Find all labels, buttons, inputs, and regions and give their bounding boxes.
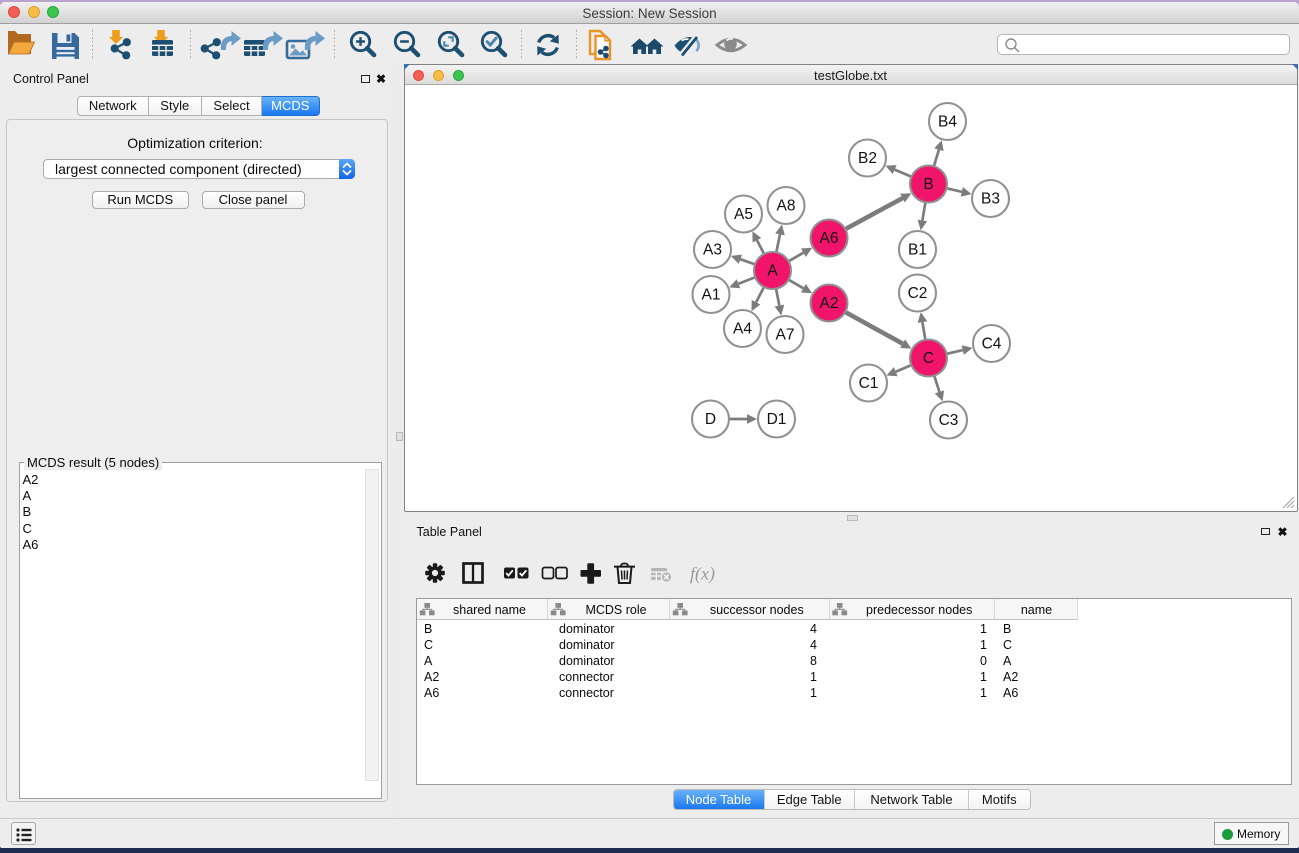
svg-text:B1: B1 [908,241,927,258]
svg-text:A6: A6 [819,230,838,247]
svg-text:predecessor nodes: predecessor nodes [866,603,972,617]
svg-text:successor nodes: successor nodes [710,603,804,617]
svg-text:A7: A7 [775,326,794,343]
svg-text:B: B [923,176,933,193]
svg-text:A2: A2 [819,295,838,312]
svg-text:A4: A4 [733,320,752,337]
svg-text:A: A [767,262,778,279]
svg-text:A3: A3 [703,241,722,258]
svg-text:C3: C3 [938,412,958,429]
svg-text:A1: A1 [701,286,720,303]
svg-text:C2: C2 [907,285,927,302]
svg-text:B3: B3 [981,190,1000,207]
svg-text:D: D [704,411,715,428]
svg-text:C4: C4 [981,335,1001,352]
svg-text:f(x): f(x) [690,563,715,584]
svg-text:C1: C1 [858,375,878,392]
svg-text:B2: B2 [858,150,877,167]
svg-text:B4: B4 [938,113,957,130]
svg-text:name: name [1021,603,1052,617]
svg-text:shared name: shared name [453,603,526,617]
svg-text:C: C [922,350,933,367]
svg-text:A8: A8 [776,197,795,214]
svg-text:MCDS role: MCDS role [585,603,646,617]
svg-text:D1: D1 [766,411,786,428]
svg-text:A5: A5 [734,206,753,223]
